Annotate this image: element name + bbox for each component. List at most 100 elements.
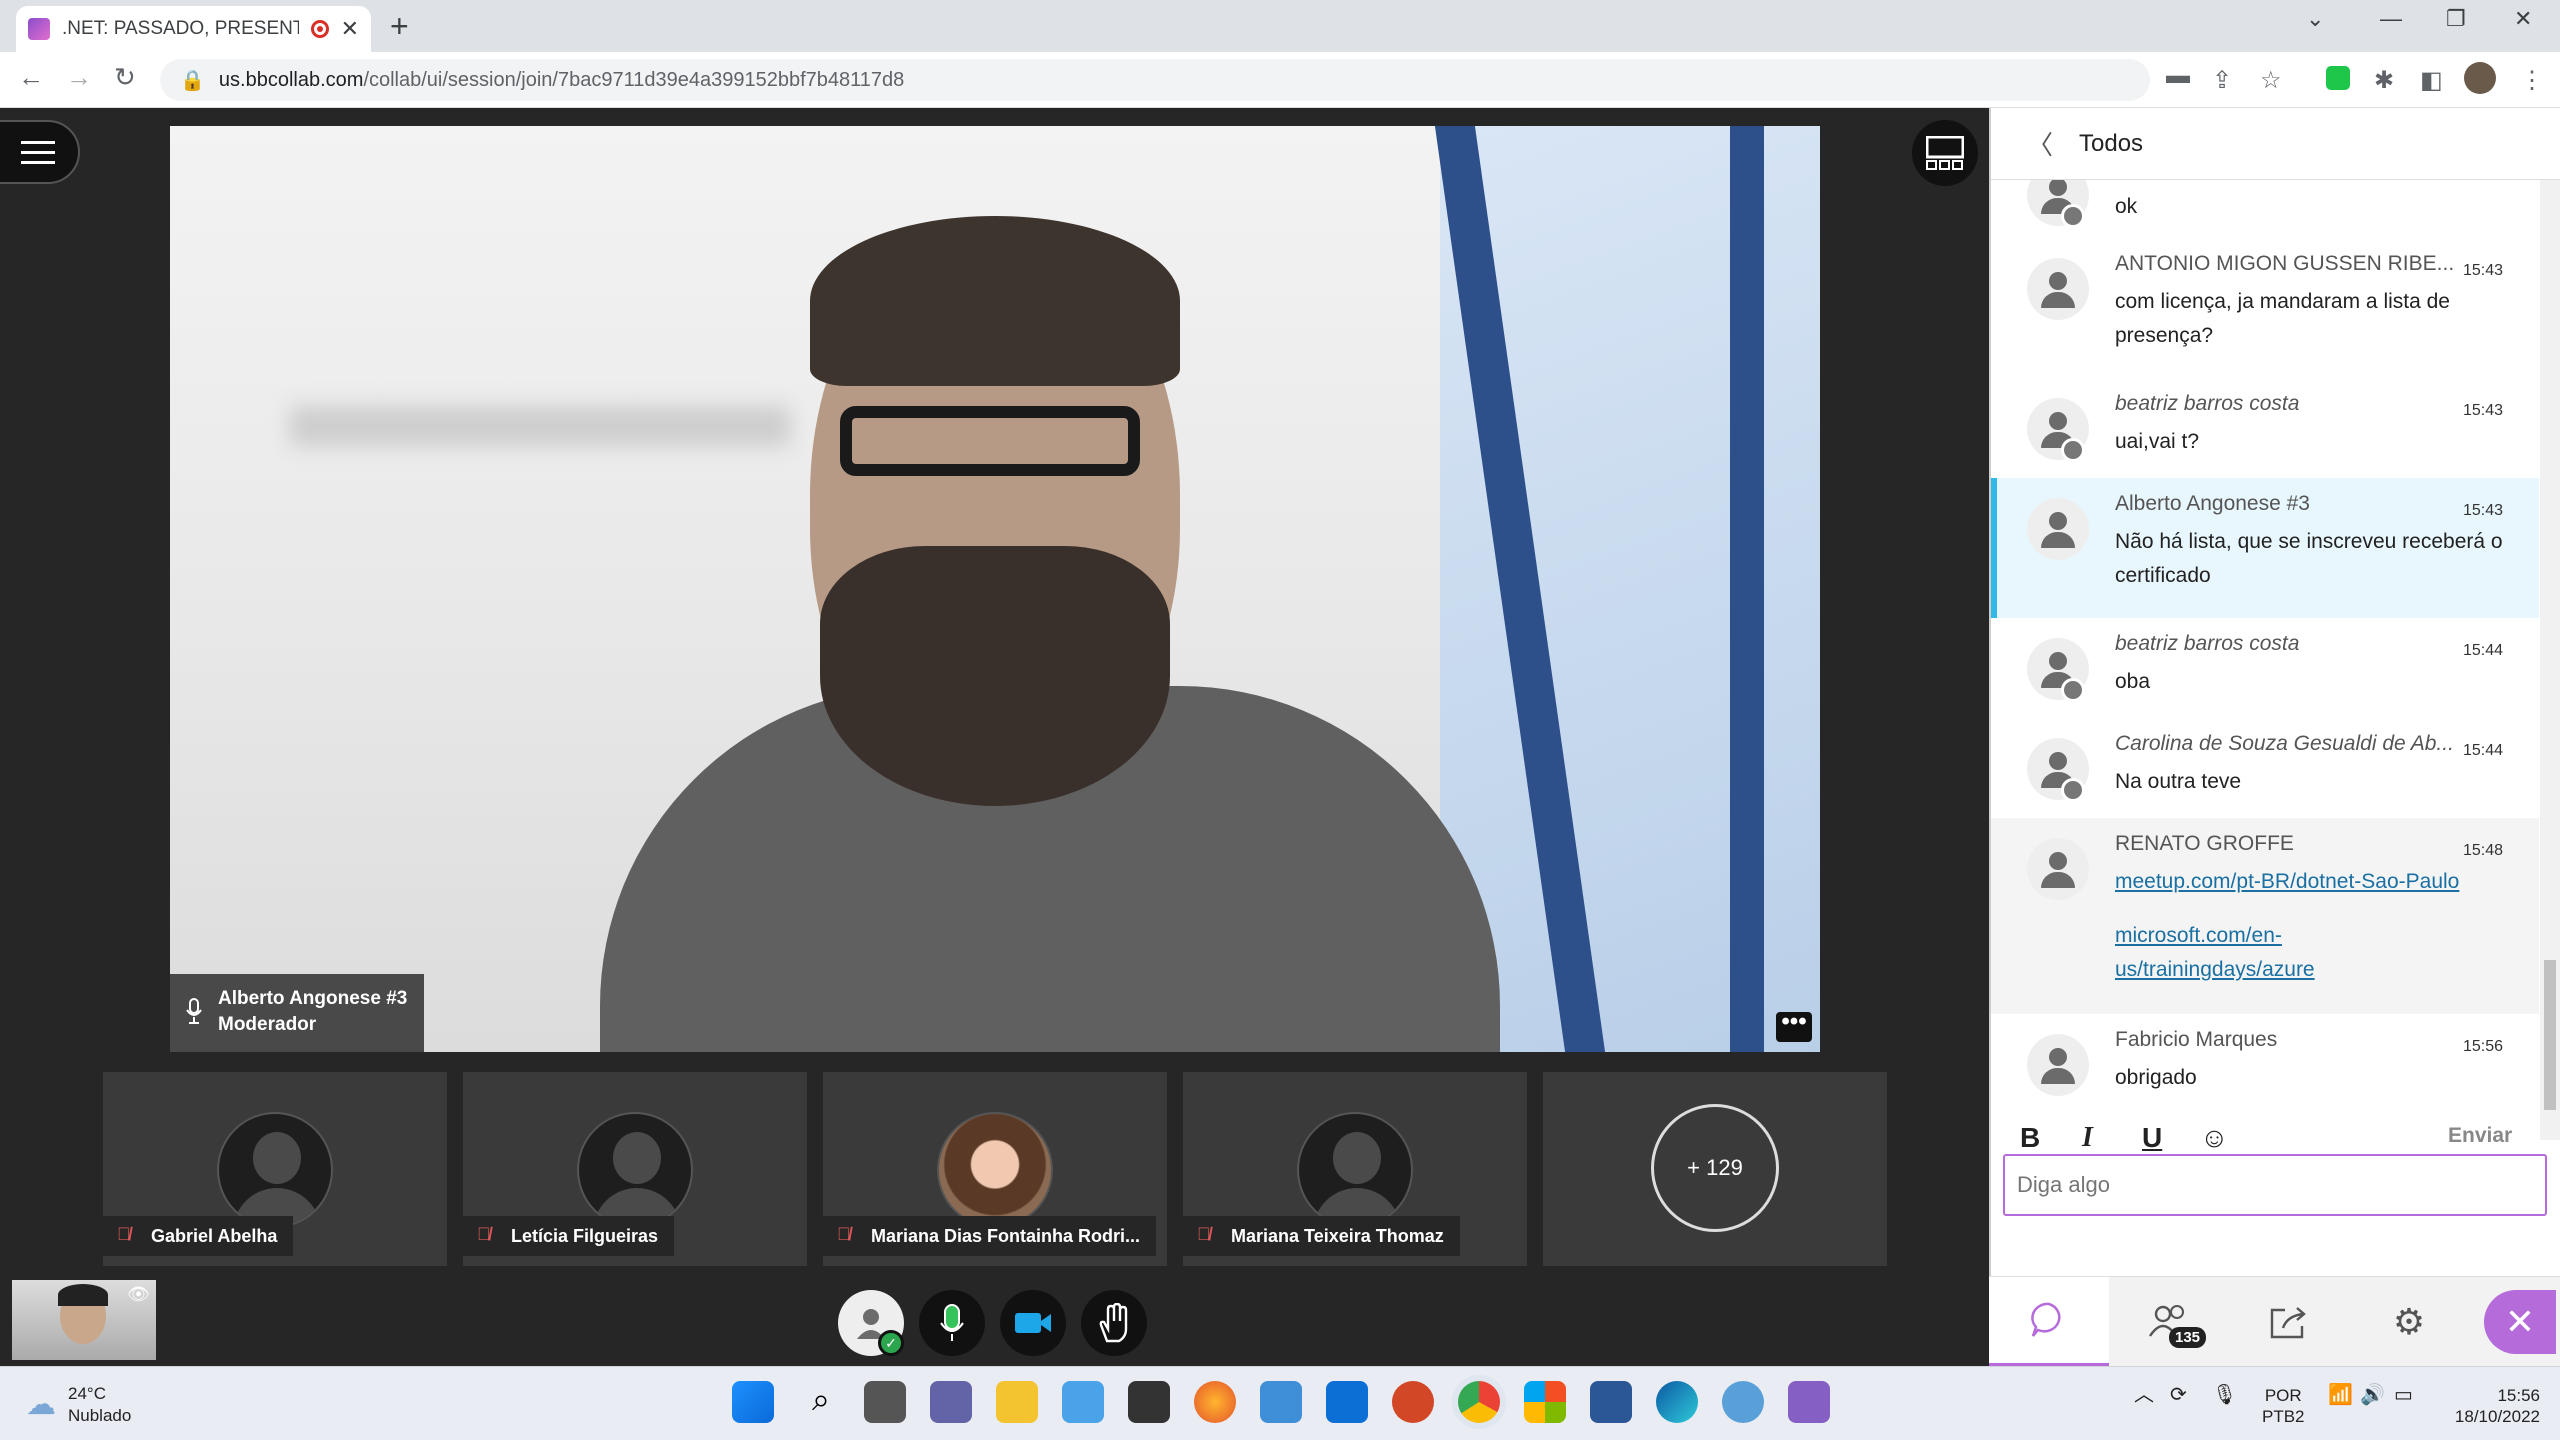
mail-icon[interactable]	[1326, 1381, 1368, 1423]
close-window-button[interactable]: ✕	[2514, 6, 2532, 32]
store-icon[interactable]	[1524, 1381, 1566, 1423]
eye-icon[interactable]: 👁	[127, 1284, 150, 1305]
participant-avatar	[1297, 1112, 1413, 1228]
muted-mic-icon: 🎙̸	[1197, 1224, 1211, 1244]
message-link[interactable]: meetup.com/pt-BR/dotnet-Sao-Paulo	[2115, 865, 2509, 899]
side-panel-icon[interactable]: ◧	[2420, 66, 2443, 95]
message-time: 15:48	[2462, 842, 2503, 859]
visual-studio-icon[interactable]	[1788, 1381, 1830, 1423]
maximize-button[interactable]: ❐	[2446, 6, 2466, 32]
firefox-icon[interactable]	[1194, 1381, 1236, 1423]
close-panel-button[interactable]: ✕	[2484, 1290, 2556, 1354]
file-explorer-icon[interactable]	[996, 1381, 1038, 1423]
battery-icon[interactable]: ▭	[2394, 1385, 2413, 1406]
attendees-tab[interactable]: 135	[2109, 1277, 2229, 1367]
participant-tile[interactable]: 🎙̸ Mariana Dias Fontainha Rodri...	[823, 1072, 1167, 1266]
underline-button[interactable]: U	[2142, 1122, 2162, 1154]
my-status-button[interactable]: ✓	[838, 1290, 904, 1356]
layout-toggle-button[interactable]	[1912, 120, 1978, 186]
remote-desktop-icon[interactable]	[1590, 1381, 1632, 1423]
send-button[interactable]: Enviar	[2448, 1124, 2512, 1148]
search-icon[interactable]: ⌕	[800, 1381, 842, 1423]
kebab-menu-icon[interactable]: ⋮	[2520, 66, 2544, 95]
task-view-icon[interactable]	[864, 1381, 906, 1423]
message-author: beatriz barros costa	[2115, 392, 2300, 415]
clock[interactable]: 15:56 18/10/2022	[2440, 1385, 2540, 1427]
chat-message: beatriz barros costa 15:44 oba	[1991, 618, 2539, 718]
side-panel-nav: 135 ⚙	[1989, 1276, 2560, 1367]
new-tab-button[interactable]: +	[390, 8, 409, 45]
message-text: com licença, ja mandaram a lista de pres…	[2115, 290, 2450, 347]
chat-header: 〈 Todos	[1991, 108, 2560, 180]
camera-button[interactable]	[1000, 1290, 1066, 1356]
tab-search-icon[interactable]: ⌄	[2306, 6, 2324, 32]
volume-icon[interactable]: 🔊	[2360, 1385, 2385, 1406]
address-bar[interactable]: 🔒 us.bbcollab.com /collab/ui/session/joi…	[160, 59, 2150, 101]
active-speaker-video	[170, 126, 1820, 1052]
emoji-button[interactable]: ☺	[2200, 1122, 2229, 1154]
terminal-icon[interactable]	[1128, 1381, 1170, 1423]
edge-icon[interactable]	[1656, 1381, 1698, 1423]
extension-green-icon[interactable]	[2326, 66, 2350, 90]
language-indicator[interactable]: POR PTB2	[2262, 1385, 2305, 1427]
back-icon[interactable]: ←	[18, 62, 44, 93]
weather-widget[interactable]: ☁ 24°C Nublado	[26, 1383, 131, 1427]
sync-icon[interactable]: ⟳	[2170, 1385, 2187, 1406]
message-author: ANTONIO MIGON GUSSEN RIBE...	[2115, 252, 2455, 275]
profile-avatar[interactable]	[2464, 62, 2496, 94]
reload-icon[interactable]: ↻	[114, 62, 136, 93]
raise-hand-button[interactable]	[1081, 1290, 1147, 1356]
azure-storage-icon[interactable]	[1260, 1381, 1302, 1423]
participant-tile[interactable]: 🎙̸ Mariana Teixeira Thomaz	[1183, 1072, 1527, 1266]
muted-mic-icon: 🎙̸	[477, 1224, 491, 1244]
participant-avatar	[577, 1112, 693, 1228]
camera-icon[interactable]: ▬	[2166, 62, 2190, 90]
microphone-icon	[186, 998, 202, 1024]
share-content-tab[interactable]	[2229, 1277, 2349, 1367]
message-text: oba	[2115, 670, 2151, 693]
raise-hand-icon	[1099, 1303, 1128, 1343]
chat-message-list[interactable]: ok ANTONIO MIGON GUSSEN RIBE... 15:43 co…	[1991, 180, 2539, 1140]
gear-icon: ⚙	[2392, 1301, 2426, 1342]
message-author: Fabricio Marques	[2115, 1028, 2278, 1051]
forward-icon[interactable]: →	[66, 62, 92, 93]
chat-scrollbar[interactable]	[2540, 180, 2560, 1140]
message-text: uai,vai t?	[2115, 430, 2200, 453]
message-link[interactable]: microsoft.com/en-us/trainingdays/azure	[2115, 919, 2385, 987]
teams-chat-icon[interactable]	[930, 1381, 972, 1423]
speaker-role: Moderador	[218, 1014, 317, 1035]
start-icon[interactable]	[732, 1381, 774, 1423]
message-text: obrigado	[2115, 1066, 2197, 1089]
participant-avatar	[217, 1112, 333, 1228]
powerpoint-icon[interactable]	[1392, 1381, 1434, 1423]
self-video-preview[interactable]: 👁	[12, 1280, 156, 1360]
chevron-left-icon[interactable]: 〈	[2027, 125, 2053, 162]
wifi-icon[interactable]: 📶	[2328, 1385, 2353, 1406]
video-more-options-button[interactable]: •••	[1776, 1010, 1812, 1042]
maps-icon[interactable]	[1722, 1381, 1764, 1423]
notepad-icon[interactable]	[1062, 1381, 1104, 1423]
italic-button[interactable]: I	[2082, 1122, 2093, 1154]
bookmark-star-icon[interactable]: ☆	[2260, 66, 2282, 95]
extensions-icon[interactable]: ✱	[2374, 66, 2394, 95]
chrome-icon[interactable]	[1458, 1381, 1500, 1423]
chat-message-input[interactable]	[2003, 1154, 2547, 1216]
tab-close-button[interactable]: ✕	[341, 16, 359, 42]
guest-badge-icon	[2061, 204, 2085, 228]
chat-tab[interactable]	[1989, 1277, 2109, 1367]
participant-tile[interactable]: 🎙̸ Letícia Filgueiras	[463, 1072, 807, 1266]
user-avatar	[2027, 498, 2089, 560]
message-time: 15:43	[2462, 262, 2503, 279]
session-menu-button[interactable]	[0, 120, 80, 184]
more-participants-tile[interactable]: + 129	[1543, 1072, 1887, 1266]
bold-button[interactable]: B	[2020, 1122, 2040, 1154]
mic-tray-icon[interactable]: 🎙	[2212, 1385, 2237, 1406]
share-icon[interactable]: ⇪	[2212, 66, 2232, 95]
settings-tab[interactable]: ⚙	[2349, 1277, 2469, 1367]
tab-session[interactable]: .NET: PASSADO, PRESENTE, F ✕	[16, 6, 371, 52]
microphone-button[interactable]	[919, 1290, 985, 1356]
participant-tile[interactable]: 🎙̸ Gabriel Abelha	[103, 1072, 447, 1266]
minimize-button[interactable]: —	[2380, 6, 2402, 32]
tray-chevron-icon[interactable]: ︿	[2134, 1385, 2154, 1406]
chat-bubble-icon	[2031, 1302, 2061, 1337]
